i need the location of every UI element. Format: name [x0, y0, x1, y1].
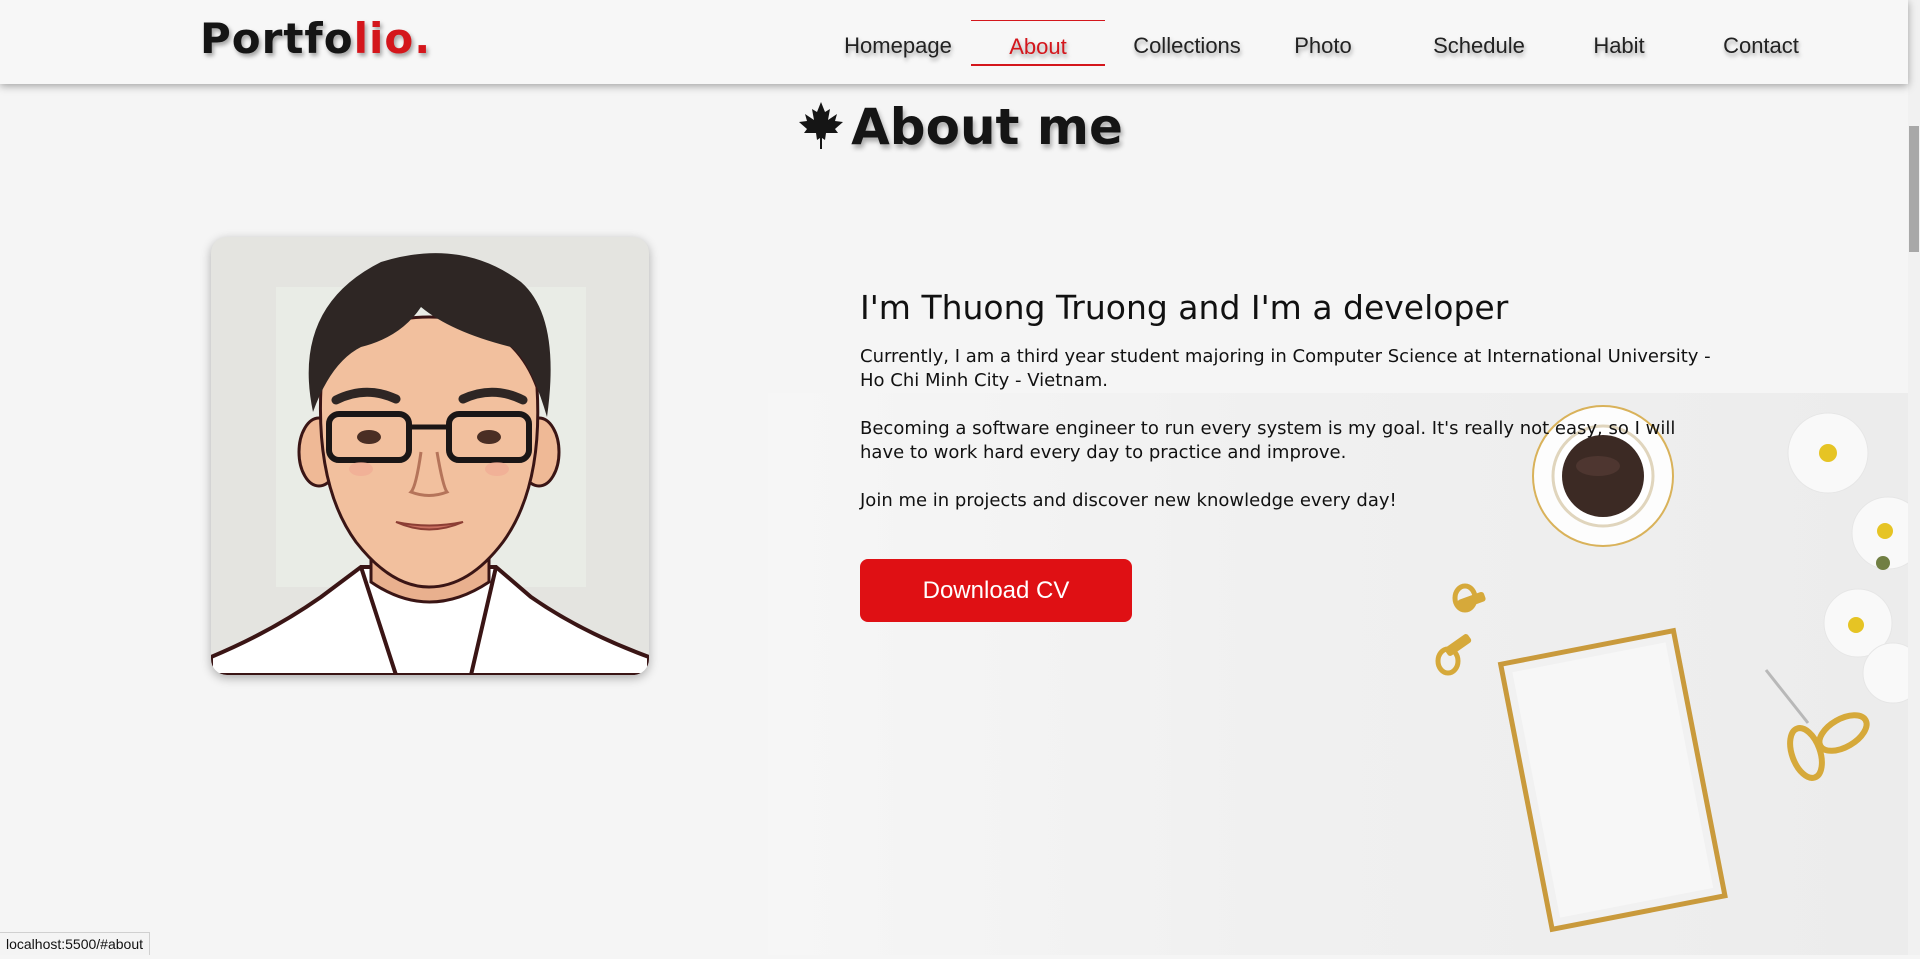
daisy-flowers [1787, 412, 1920, 704]
nav-photo[interactable]: Photo [1267, 20, 1379, 64]
nav-homepage[interactable]: Homepage [832, 20, 964, 64]
logo-accent: lio. [353, 14, 432, 63]
download-cv-button[interactable]: Download CV [860, 559, 1132, 622]
logo[interactable]: Portfolio. [200, 14, 431, 63]
about-paragraph: Becoming a software engineer to run ever… [860, 418, 1676, 463]
nav-about[interactable]: About [971, 20, 1105, 66]
picture-frame [1497, 627, 1728, 933]
about-heading: I'm Thuong Truong and I'm a developer [860, 288, 1509, 327]
section-title: About me [0, 98, 1920, 162]
section-title-text: About me [851, 98, 1123, 156]
site-header: Portfolio. Homepage About Collections Ph… [0, 0, 1908, 84]
nav-collections[interactable]: Collections [1112, 20, 1262, 64]
avatar-illustration [211, 253, 649, 675]
gold-clips [1435, 583, 1486, 676]
about-paragraph: Currently, I am a third year student maj… [860, 346, 1711, 391]
logo-main: Portfo [200, 14, 354, 63]
maple-leaf-icon [797, 100, 845, 162]
nav-contact[interactable]: Contact [1694, 20, 1828, 64]
about-paragraph: Join me in projects and discover new kno… [860, 490, 1397, 511]
status-bar-url: localhost:5500/#about [0, 932, 150, 955]
scrollbar-thumb[interactable] [1909, 126, 1919, 252]
page-scrollbar[interactable] [1908, 0, 1920, 955]
gold-scissors [1764, 669, 1870, 781]
profile-avatar [211, 237, 649, 675]
nav-schedule[interactable]: Schedule [1404, 20, 1554, 64]
nav-habit[interactable]: Habit [1563, 20, 1675, 64]
about-content: I'm Thuong Truong and I'm a developer Cu… [860, 288, 1720, 537]
